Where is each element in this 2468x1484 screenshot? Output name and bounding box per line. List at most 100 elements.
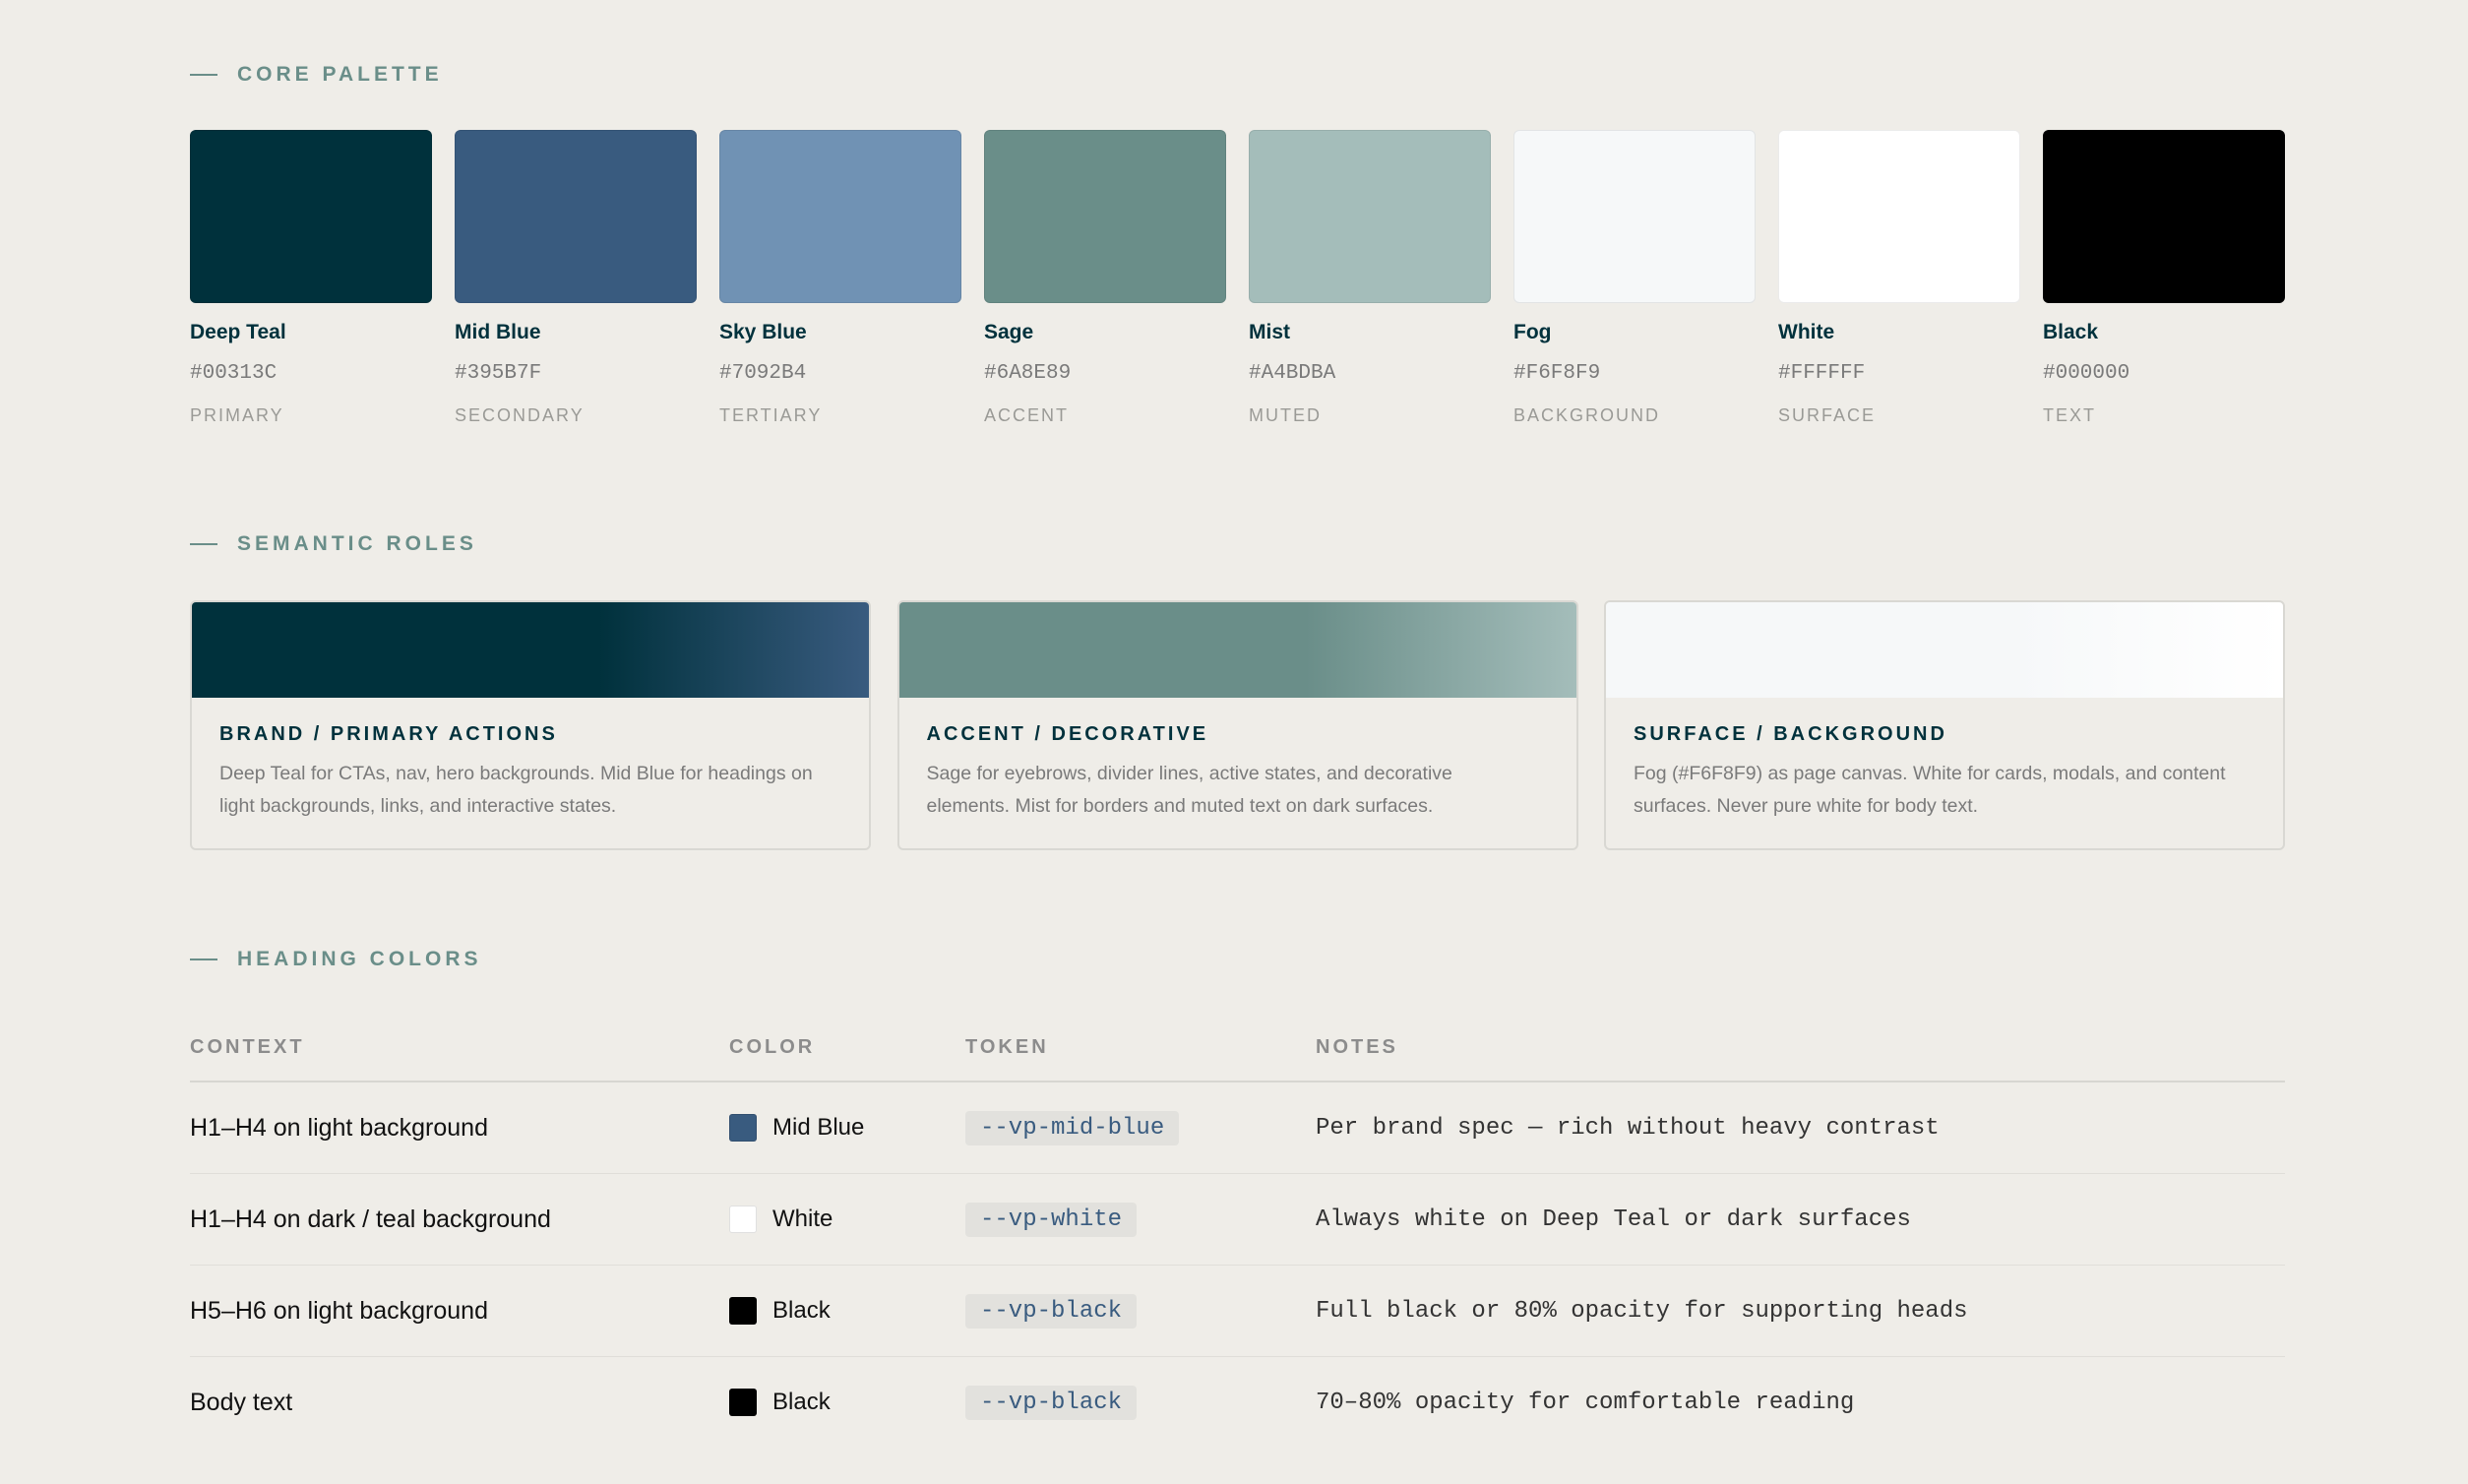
column-header-notes: NOTES — [1316, 1036, 1398, 1058]
color-chip — [1778, 130, 2020, 303]
swatch-hex: #F6F8F9 — [1513, 362, 1601, 385]
swatch-name: White — [1778, 321, 1835, 343]
cell-color: Black — [729, 1357, 831, 1448]
table-row: H1–H4 on dark / teal background White --… — [190, 1174, 2285, 1266]
cell-token: --vp-black — [965, 1357, 1138, 1448]
swatch-sage: Sage #6A8E89 ACCENT — [984, 130, 1226, 426]
color-name: Black — [772, 1297, 831, 1324]
cell-token: --vp-mid-blue — [965, 1082, 1180, 1173]
section-eyebrow-core-palette: CORE PALETTE — [190, 63, 443, 87]
swatch-role: MUTED — [1249, 405, 1322, 425]
swatch-role: TEXT — [2043, 405, 2097, 425]
description-line: surfaces. Never pure white for body text… — [1634, 795, 1979, 817]
swatch-hex: #A4BDBA — [1249, 362, 1336, 385]
swatch-mid-blue: Mid Blue #395B7F SECONDARY — [455, 130, 697, 426]
section-eyebrow-semantic-roles: SEMANTIC ROLES — [190, 532, 477, 556]
color-name: Black — [772, 1389, 831, 1415]
description-line: light backgrounds, links, and interactiv… — [219, 795, 617, 817]
swatch-black: Black #000000 TEXT — [2043, 130, 2285, 426]
token-code: --vp-black — [965, 1293, 1138, 1329]
column-header-token: TOKEN — [965, 1036, 1049, 1058]
cell-token: --vp-white — [965, 1174, 1138, 1265]
swatch-role: BACKGROUND — [1513, 405, 1661, 425]
color-name: Mid Blue — [772, 1114, 865, 1141]
cell-notes: Per brand spec — rich without heavy cont… — [1316, 1114, 1940, 1142]
table-row: H5–H6 on light background Black --vp-bla… — [190, 1266, 2285, 1357]
color-swatch-icon — [729, 1206, 757, 1233]
swatch-role: PRIMARY — [190, 405, 284, 425]
color-chip — [984, 130, 1226, 303]
description-line: elements. Mist for borders and muted tex… — [926, 795, 1434, 817]
cell-color: White — [729, 1174, 833, 1265]
swatch-mist: Mist #A4BDBA MUTED — [1249, 130, 1491, 426]
section-eyebrow-heading-colors: HEADING COLORS — [190, 948, 482, 971]
eyebrow-dash — [190, 543, 217, 545]
token-code: --vp-mid-blue — [965, 1110, 1180, 1145]
swatch-name: Mid Blue — [455, 321, 541, 343]
color-chip — [455, 130, 697, 303]
table-row: Body text Black --vp-black 70–80% opacit… — [190, 1357, 2285, 1448]
swatch-hex: #00313C — [190, 362, 278, 385]
column-header-color: COLOR — [729, 1036, 816, 1058]
swatch-role: SURFACE — [1778, 405, 1877, 425]
swatch-hex: #6A8E89 — [984, 362, 1072, 385]
role-card-surface: SURFACE / BACKGROUND Fog (#F6F8F9) as pa… — [1604, 600, 2285, 850]
color-chip — [1513, 130, 1756, 303]
swatch-sky-blue: Sky Blue #7092B4 TERTIARY — [719, 130, 961, 426]
role-card-title: BRAND / PRIMARY ACTIONS — [219, 723, 558, 745]
color-chip — [1249, 130, 1491, 303]
role-card-title: SURFACE / BACKGROUND — [1634, 723, 1947, 745]
cell-color: Mid Blue — [729, 1082, 864, 1173]
swatch-hex: #7092B4 — [719, 362, 807, 385]
color-swatch-icon — [729, 1297, 757, 1325]
role-card-brand: BRAND / PRIMARY ACTIONS Deep Teal for CT… — [190, 600, 871, 850]
cell-notes: Full black or 80% opacity for supporting… — [1316, 1297, 1968, 1325]
section-title-core-palette: CORE PALETTE — [237, 63, 443, 86]
color-name: White — [772, 1206, 833, 1232]
role-card-description: Deep Teal for CTAs, nav, hero background… — [219, 758, 841, 823]
cell-color: Black — [729, 1266, 831, 1356]
token-code: --vp-black — [965, 1385, 1138, 1420]
semantic-role-cards: BRAND / PRIMARY ACTIONS Deep Teal for CT… — [190, 600, 2285, 850]
swatch-deep-teal: Deep Teal #00313C PRIMARY — [190, 130, 432, 426]
cell-notes: 70–80% opacity for comfortable reading — [1316, 1389, 1855, 1416]
gradient-bar — [1606, 602, 2283, 698]
swatch-hex: #000000 — [2043, 362, 2130, 385]
eyebrow-dash — [190, 74, 217, 76]
cell-token: --vp-black — [965, 1266, 1138, 1356]
column-header-context: CONTEXT — [190, 1036, 305, 1058]
color-chip — [190, 130, 432, 303]
gradient-bar — [898, 602, 1576, 698]
cell-notes: Always white on Deep Teal or dark surfac… — [1316, 1206, 1911, 1233]
role-card-description: Sage for eyebrows, divider lines, active… — [927, 758, 1549, 823]
swatch-name: Mist — [1249, 321, 1290, 343]
swatch-hex: #395B7F — [455, 362, 542, 385]
description-line: Fog (#F6F8F9) as page canvas. White for … — [1634, 763, 2226, 784]
cell-context: H5–H6 on light background — [190, 1296, 488, 1325]
cell-context: H1–H4 on light background — [190, 1113, 488, 1142]
section-title-semantic-roles: SEMANTIC ROLES — [237, 532, 477, 555]
color-swatch-icon — [729, 1389, 757, 1416]
cell-context: H1–H4 on dark / teal background — [190, 1205, 551, 1233]
core-palette-swatches: Deep Teal #00313C PRIMARY Mid Blue #395B… — [190, 130, 2285, 426]
swatch-role: TERTIARY — [719, 405, 823, 425]
swatch-fog: Fog #F6F8F9 BACKGROUND — [1513, 130, 1756, 426]
cell-context: Body text — [190, 1388, 293, 1416]
heading-colors-table: CONTEXT COLOR TOKEN NOTES H1–H4 on light… — [190, 1023, 2285, 1448]
color-chip — [719, 130, 961, 303]
token-code: --vp-white — [965, 1202, 1138, 1237]
role-card-accent: ACCENT / DECORATIVE Sage for eyebrows, d… — [896, 600, 1578, 850]
swatch-white: White #FFFFFF SURFACE — [1778, 130, 2020, 426]
description-line: Deep Teal for CTAs, nav, hero background… — [219, 763, 813, 784]
description-line: Sage for eyebrows, divider lines, active… — [926, 763, 1452, 784]
gradient-bar — [192, 602, 869, 698]
color-swatch-icon — [729, 1114, 757, 1142]
swatch-role: ACCENT — [984, 405, 1070, 425]
role-card-title: ACCENT / DECORATIVE — [926, 723, 1209, 745]
table-header: CONTEXT COLOR TOKEN NOTES — [190, 1023, 2285, 1082]
swatch-name: Black — [2043, 321, 2099, 343]
swatch-hex: #FFFFFF — [1778, 362, 1866, 385]
swatch-name: Sky Blue — [719, 321, 807, 343]
swatch-name: Deep Teal — [190, 321, 286, 343]
eyebrow-dash — [190, 958, 217, 960]
